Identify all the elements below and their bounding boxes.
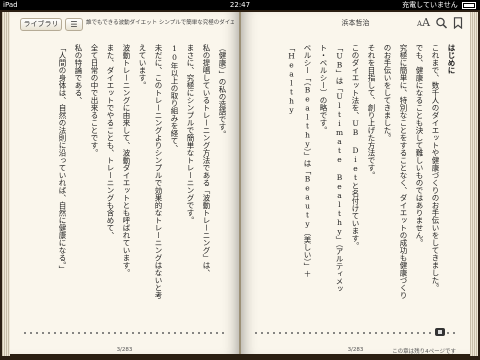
right-page[interactable]: 浜本哲治 AA はじめに これまで、数千人のダイエットや健康づくりのお手伝いをし…: [241, 12, 470, 355]
text-line: まさに、究極にシンプルで簡単なトレーニングです。: [186, 44, 195, 224]
left-page-text: （健康）」の私の造語です。 私の提唱しているトレーニング方法である「波動トレーニ…: [22, 44, 230, 306]
text-line: それを目指して、創り上げた方法です。: [367, 44, 376, 179]
text-line: このダイエット法を、UB Dietと名付けています。: [351, 44, 360, 250]
page-stack-right: [470, 12, 478, 356]
book-title: 誰でもできる波動ダイエット シンプルで簡単な究極のダイエ...: [86, 20, 234, 26]
text-line: でも、健康になることも決して難しいものではありません。: [415, 44, 424, 247]
text-line: 10年以上の取り組みを経て、: [170, 44, 179, 152]
left-page[interactable]: ライブラリ ☰ 誰でもできる波動ダイエット シンプルで簡単な究極のダイエ... …: [10, 12, 239, 354]
font-size-button[interactable]: AA: [417, 16, 430, 29]
charging-text: 充電していません: [402, 1, 458, 9]
chapter-remaining: この章は残り4ページです: [392, 349, 456, 355]
text-line: 波動トレーニングに由来して、波動ダイエットとも呼ばれています。: [122, 44, 131, 277]
text-line: （健康）」の私の造語です。: [218, 44, 227, 138]
font-large-icon: A: [422, 16, 431, 29]
status-bar: iPad 22:47 充電していません: [0, 0, 480, 10]
text-line: ベルシー「（Bealthy）」は「Beauty（美しい）」＋「Healthy: [287, 44, 312, 278]
text-line: 私の提唱しているトレーニング方法である「波動トレーニング」は、: [202, 44, 211, 277]
library-button[interactable]: ライブラリ: [20, 18, 62, 31]
battery-icon: [462, 1, 476, 9]
text-line: 私の特論である、: [74, 44, 83, 104]
text-line: 究極に簡単に、特別なことをすることなく、ダイエットの成功も健康づくりのお手伝いを…: [383, 44, 408, 299]
list-icon: ☰: [70, 20, 78, 29]
page-scrubber-right[interactable]: [253, 332, 458, 334]
bookmark-icon[interactable]: [453, 17, 463, 29]
page-number-left: 3/283: [116, 347, 133, 353]
page-stack-left: [2, 12, 10, 356]
page-slider-knob[interactable]: [435, 328, 445, 336]
text-line: 未だに、このトレーニングよりシンプルで効果的なトレーニングはないと考えています。: [138, 44, 163, 299]
right-page-text: はじめに これまで、数千人のダイエットや健康づくりのお手伝いをしてきました。 で…: [251, 44, 459, 306]
text-line: これまで、数千人のダイエットや健康づくりのお手伝いをしてきました。: [431, 44, 440, 292]
chapter-heading: はじめに: [447, 44, 456, 74]
search-icon[interactable]: [435, 17, 449, 29]
battery-status: 充電していません: [402, 0, 476, 10]
text-line: 「人間の身体は、自然の法則に沿っていれば、自然に健康になる。」: [58, 44, 67, 273]
table-of-contents-button[interactable]: ☰: [65, 18, 83, 31]
text-line: 「UB」は「Ultimate Bealthy」（アルティメット・ベルシー）の略で…: [319, 44, 344, 293]
text-line: 全て日常の中で出来ることです。: [90, 44, 99, 157]
page-scrubber-left[interactable]: [22, 332, 227, 334]
text-line: また、ダイエットでやることも、トレーニングも含めて、: [106, 44, 115, 239]
